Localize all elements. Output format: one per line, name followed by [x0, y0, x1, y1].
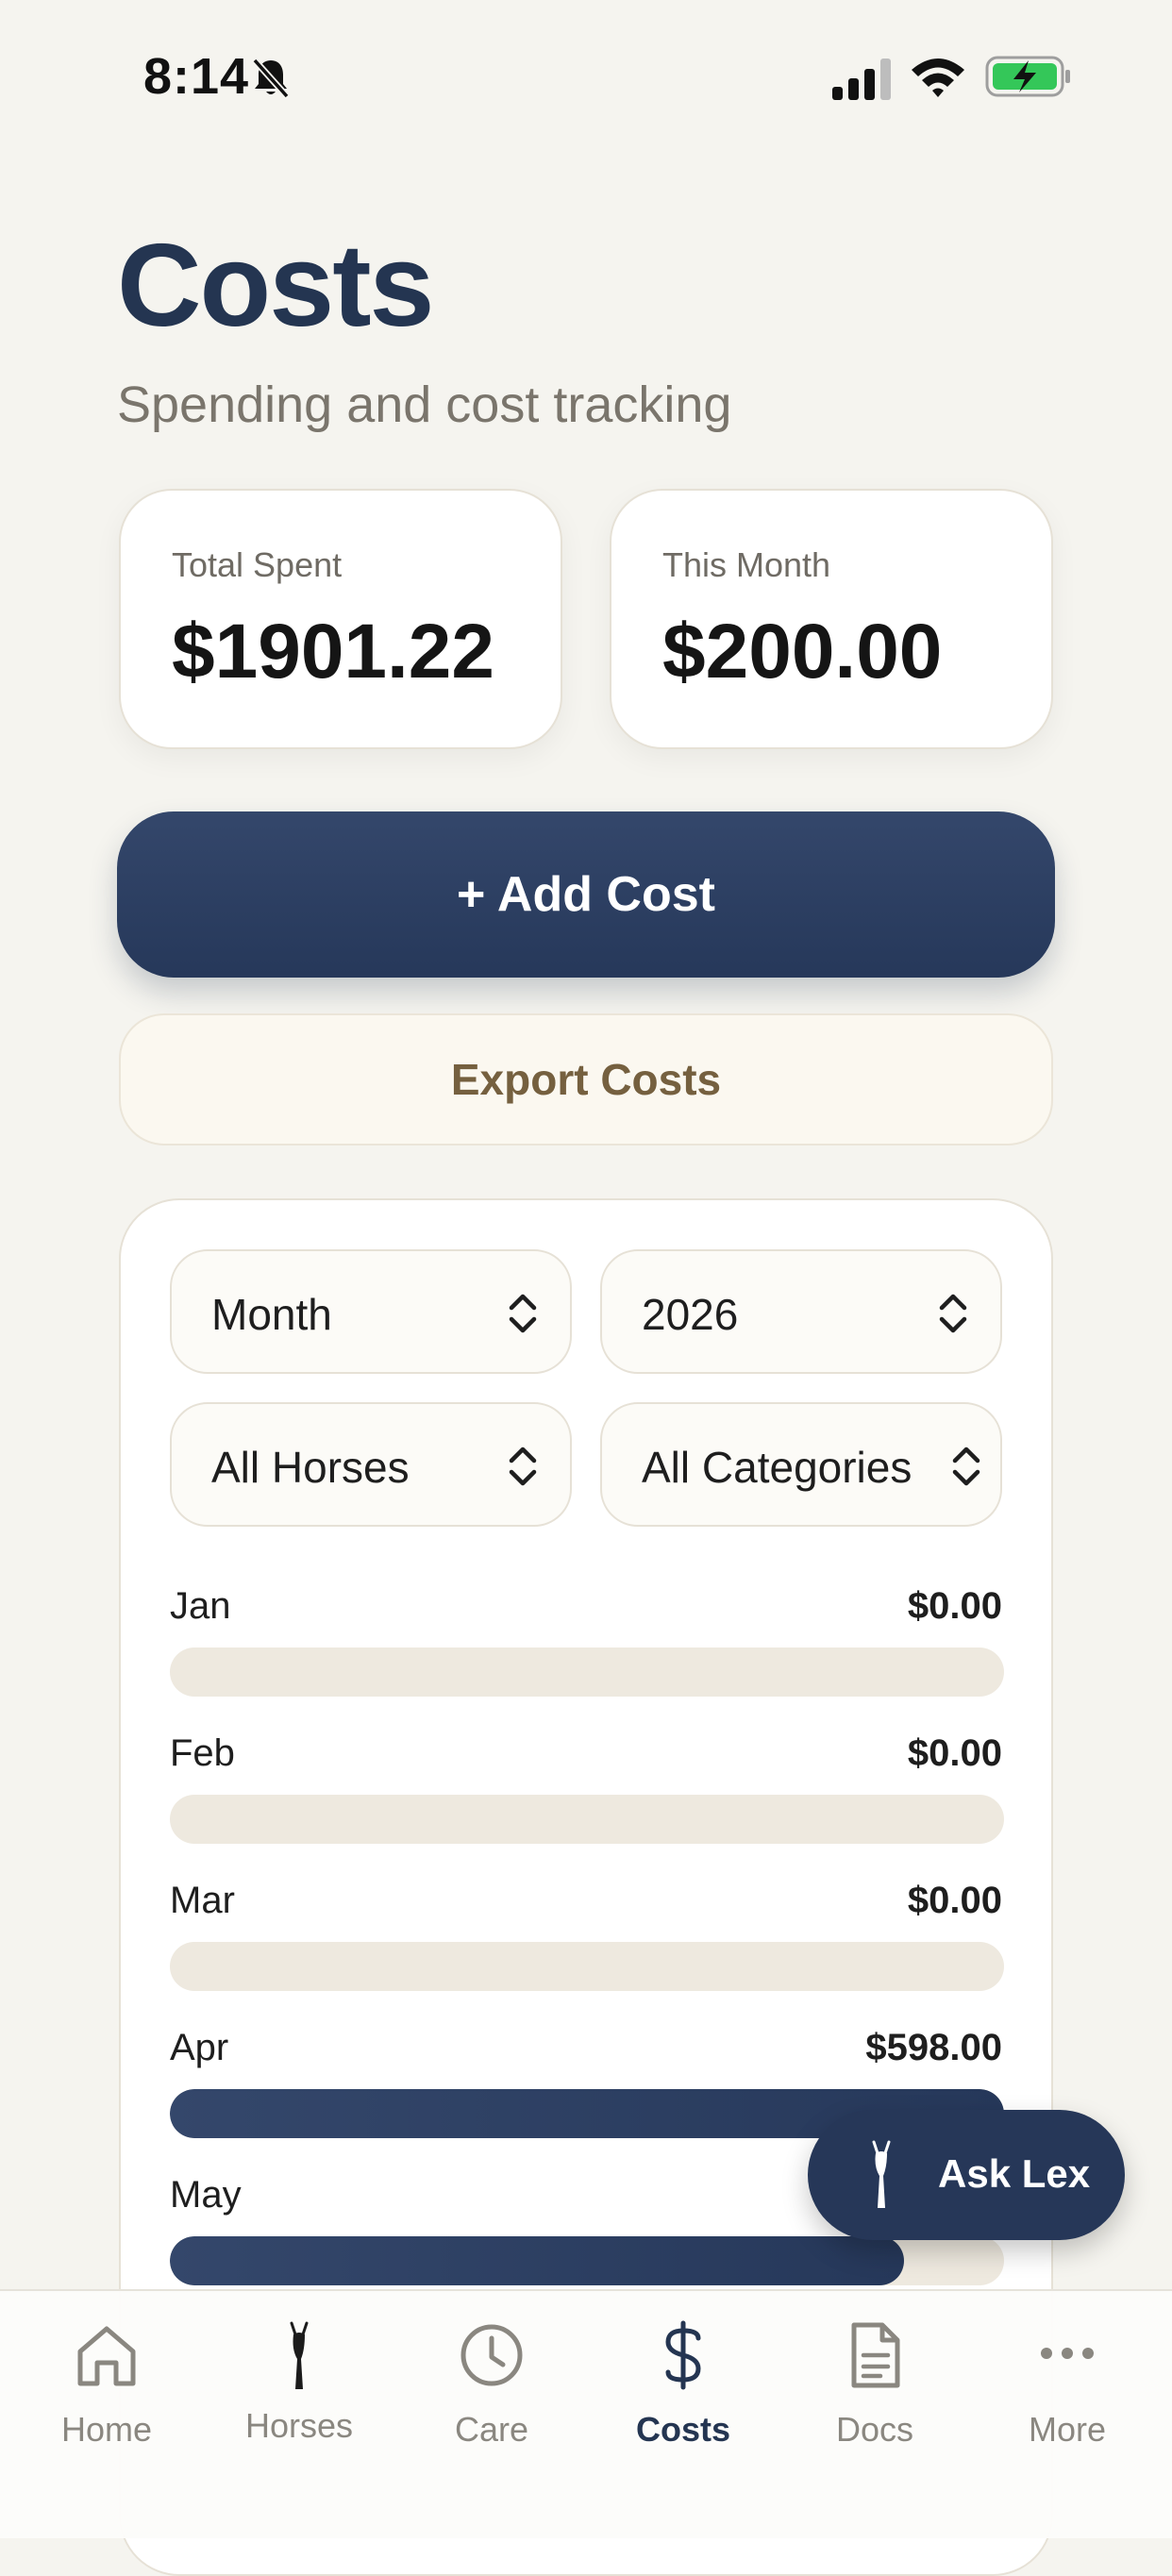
tab-home[interactable]: Home	[10, 2291, 203, 2480]
month-amount: $0.00	[907, 1732, 1002, 1774]
this-month-card: This Month $200.00	[610, 489, 1053, 749]
tab-care[interactable]: Care	[395, 2291, 588, 2480]
this-month-label: This Month	[662, 545, 831, 584]
month-bar-track	[170, 1942, 1004, 1991]
home-icon	[77, 2326, 136, 2386]
category-select-value: All Categories	[642, 1443, 912, 1492]
year-select-value: 2026	[642, 1290, 739, 1339]
tab-label: Horses	[244, 2406, 354, 2445]
horse-logo-icon	[872, 2140, 891, 2208]
tab-label: Docs	[835, 2410, 914, 2449]
month-label: Apr	[170, 2027, 229, 2068]
tab-label: Care	[454, 2410, 529, 2449]
page-subtitle: Spending and cost tracking	[117, 376, 732, 433]
month-amount: $0.00	[907, 1880, 1002, 1921]
horse-select[interactable]: All Horses	[170, 1402, 572, 1527]
period-select-value: Month	[211, 1290, 332, 1339]
chevron-up-down-icon	[952, 1447, 980, 1486]
add-cost-button[interactable]: + Add Cost	[117, 811, 1055, 978]
month-bar-track	[170, 2236, 1004, 2285]
horse-select-value: All Horses	[211, 1443, 410, 1492]
month-bar-fill	[170, 2236, 904, 2285]
month-bar-track	[170, 1648, 1004, 1697]
total-spent-label: Total Spent	[172, 545, 343, 584]
page-title: Costs	[117, 221, 435, 351]
month-bar-track	[170, 1795, 1004, 1844]
dollar-icon	[665, 2320, 701, 2390]
clock-icon	[460, 2324, 523, 2386]
tab-docs[interactable]: Docs	[779, 2291, 971, 2480]
category-select[interactable]: All Categories	[600, 1402, 1002, 1527]
cellular-signal-icon	[832, 59, 891, 100]
month-amount: $598.00	[865, 2027, 1002, 2068]
total-spent-value: $1901.22	[172, 609, 495, 694]
horse-icon	[290, 2321, 309, 2389]
status-bar: 8:14	[0, 0, 1172, 142]
period-select[interactable]: Month	[170, 1249, 572, 1374]
tab-label: Costs	[635, 2410, 731, 2449]
export-costs-button[interactable]: Export Costs	[119, 1013, 1053, 1146]
month-label: Feb	[170, 1732, 235, 1774]
chevron-up-down-icon	[509, 1447, 537, 1486]
tab-horses[interactable]: Horses	[203, 2291, 395, 2480]
year-select[interactable]: 2026	[600, 1249, 1002, 1374]
chevron-up-down-icon	[509, 1294, 537, 1333]
battery-charging-icon	[985, 56, 1070, 97]
total-spent-card: Total Spent $1901.22	[119, 489, 562, 749]
tab-label: More	[1028, 2410, 1107, 2449]
more-icon	[1041, 2348, 1094, 2359]
tab-label: Home	[60, 2410, 153, 2449]
tab-costs[interactable]: Costs	[587, 2291, 779, 2480]
month-label: May	[170, 2174, 242, 2216]
silent-bell-icon	[252, 58, 290, 99]
ask-lex-button[interactable]: Ask Lex	[808, 2110, 1125, 2240]
chevron-up-down-icon	[939, 1294, 967, 1333]
this-month-value: $200.00	[662, 609, 943, 694]
month-label: Mar	[170, 1880, 235, 1921]
status-time: 8:14	[143, 48, 250, 105]
month-amount: $0.00	[907, 1585, 1002, 1627]
tab-bar: Home Horses Care Costs Docs More	[0, 2289, 1172, 2538]
month-label: Jan	[170, 1585, 231, 1627]
ask-lex-label: Ask Lex	[938, 2151, 1091, 2196]
tab-more[interactable]: More	[971, 2291, 1164, 2480]
document-icon	[851, 2322, 900, 2388]
wifi-icon	[912, 59, 964, 97]
